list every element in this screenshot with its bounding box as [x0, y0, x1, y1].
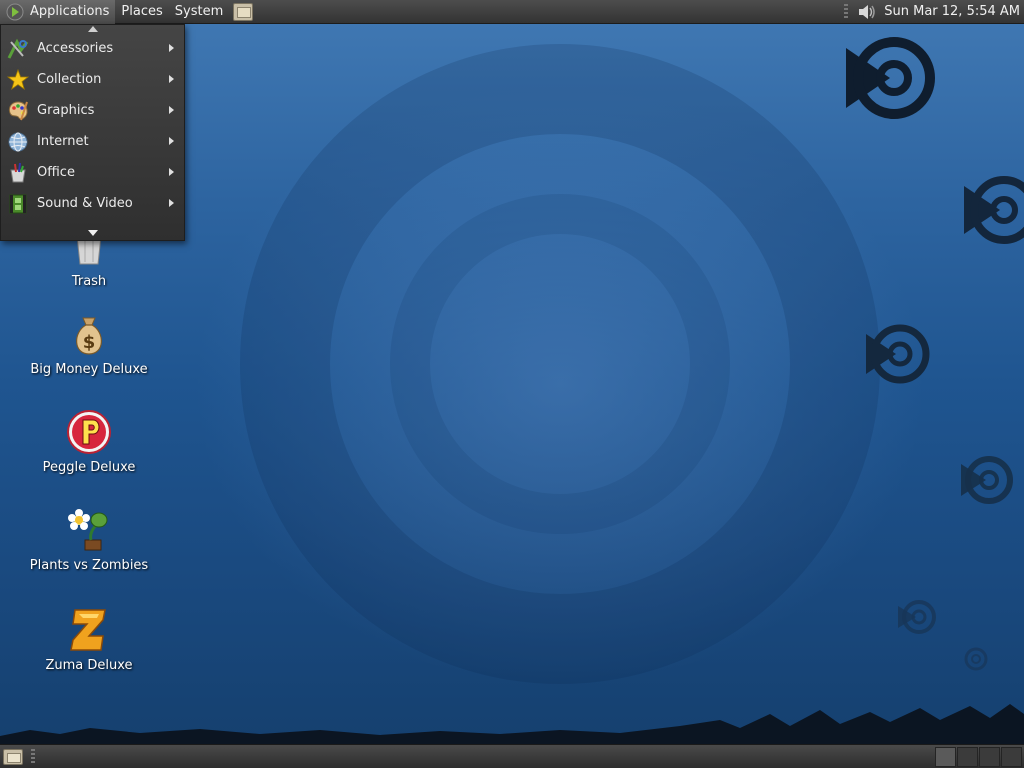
show-desktop-launcher-icon[interactable] — [233, 2, 254, 21]
zuma-icon — [70, 609, 106, 651]
menu-item-label: Accessories — [37, 41, 114, 56]
speaker-logo-icon — [898, 600, 936, 634]
places-menu-label: Places — [121, 4, 163, 19]
star-icon — [7, 68, 29, 90]
workspace-2[interactable] — [957, 746, 978, 767]
speaker-logo-icon — [964, 176, 1024, 244]
menu-item-sound-video[interactable]: Sound & Video — [1, 188, 184, 219]
menu-item-label: Office — [37, 165, 75, 180]
speaker-logo-icon — [846, 37, 935, 119]
svg-text:$: $ — [83, 332, 96, 353]
panel-drag-handle[interactable] — [844, 3, 849, 20]
desktop-icon-peggle-deluxe[interactable]: Peggle Deluxe — [24, 408, 154, 475]
menu-item-office[interactable]: Office — [1, 157, 184, 188]
desktop-icon-label: Big Money Deluxe — [30, 362, 148, 377]
plants-vs-zombies-icon — [68, 509, 108, 551]
system-menu-button[interactable]: System — [169, 0, 229, 24]
workspace-3[interactable] — [979, 746, 1000, 767]
scroll-up-icon — [87, 26, 98, 32]
desktop-icon-zuma-deluxe[interactable]: Zuma Deluxe — [24, 606, 154, 673]
wallpaper-ring-inner — [390, 194, 730, 534]
menu-item-label: Internet — [37, 134, 89, 149]
desktop-icon-label: Peggle Deluxe — [42, 460, 136, 475]
menu-item-label: Graphics — [37, 103, 95, 118]
distro-logo-icon — [6, 3, 24, 20]
submenu-arrow-icon — [169, 75, 174, 83]
desktop-icon-plants-vs-zombies[interactable]: Plants vs Zombies — [24, 506, 154, 573]
menu-item-label: Collection — [37, 72, 102, 87]
panel-drag-handle[interactable] — [31, 748, 35, 765]
applications-menu-label: Applications — [30, 4, 110, 19]
applications-dropdown-menu: Accessories Collection Graphics Internet — [0, 24, 185, 241]
palette-icon — [8, 100, 28, 120]
menu-item-label: Sound & Video — [37, 196, 133, 211]
menu-item-accessories[interactable]: Accessories — [1, 33, 184, 64]
globe-icon — [8, 132, 28, 151]
menu-item-graphics[interactable]: Graphics — [1, 95, 184, 126]
clock[interactable]: Sun Mar 12, 5:54 AM — [884, 4, 1024, 19]
submenu-arrow-icon — [169, 137, 174, 145]
money-bag-icon: $ — [76, 317, 102, 355]
bottom-panel — [0, 744, 1024, 768]
submenu-arrow-icon — [169, 106, 174, 114]
desktop-icon-label: Zuma Deluxe — [45, 658, 133, 673]
applications-menu-button[interactable]: Applications — [0, 0, 116, 24]
workspace-switcher — [934, 746, 1022, 767]
submenu-arrow-icon — [169, 199, 174, 207]
desktop-icon-label: Plants vs Zombies — [29, 558, 149, 573]
submenu-arrow-icon — [169, 168, 174, 176]
accessories-icon — [7, 38, 29, 59]
places-menu-button[interactable]: Places — [115, 0, 168, 24]
speaker-logo-icon — [961, 456, 1013, 504]
scroll-down-icon — [87, 230, 98, 236]
menu-item-collection[interactable]: Collection — [1, 64, 184, 95]
volume-icon[interactable] — [856, 2, 878, 22]
panel-tray: Sun Mar 12, 5:54 AM — [844, 0, 1024, 24]
desktop-icon-label: Trash — [71, 274, 107, 289]
workspace-4[interactable] — [1001, 746, 1022, 767]
speaker-logo-icon — [866, 324, 930, 384]
workspace-1[interactable] — [935, 746, 956, 767]
grass-silhouette — [0, 704, 1024, 744]
show-desktop-button[interactable] — [3, 748, 23, 765]
peggle-icon — [67, 410, 111, 454]
submenu-arrow-icon — [169, 44, 174, 52]
menu-item-internet[interactable]: Internet — [1, 126, 184, 157]
office-icon — [10, 162, 26, 182]
film-icon — [9, 194, 27, 213]
system-menu-label: System — [174, 4, 224, 19]
menu-scroll-up[interactable] — [1, 25, 184, 33]
speaker-logo-icon — [964, 647, 988, 671]
top-panel: Applications Places System Sun Mar 12, 5… — [0, 0, 1024, 24]
desktop-icon-big-money-deluxe[interactable]: $ Big Money Deluxe — [24, 310, 154, 377]
menu-scroll-down[interactable] — [1, 230, 184, 238]
